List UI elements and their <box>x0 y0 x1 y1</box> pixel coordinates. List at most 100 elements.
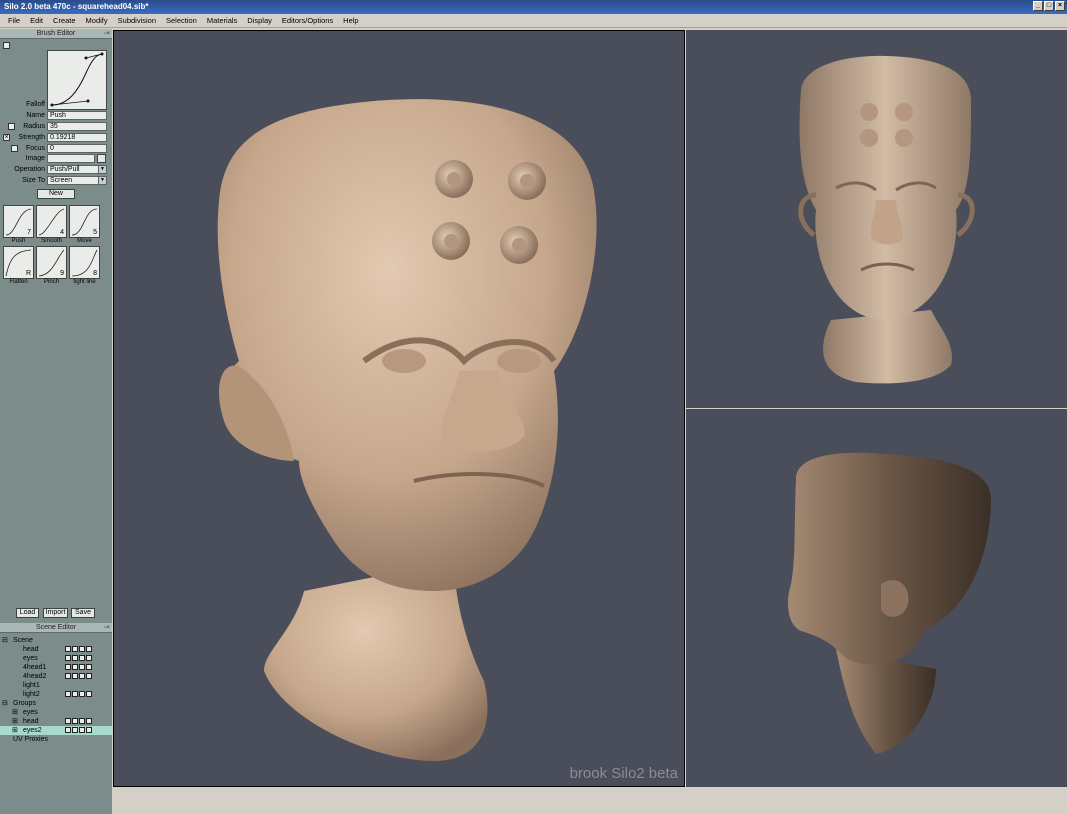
lock-icon[interactable] <box>86 691 92 697</box>
lock-icon[interactable] <box>86 655 92 661</box>
eye-icon[interactable] <box>79 691 85 697</box>
lock-icon[interactable] <box>86 718 92 724</box>
shaded-icon[interactable] <box>72 664 78 670</box>
brush-preset-move[interactable]: 5 <box>69 205 100 238</box>
eye-icon[interactable] <box>79 646 85 652</box>
shaded-icon[interactable] <box>72 718 78 724</box>
brush-editor-header: Brush Editor ▫× <box>0 29 112 39</box>
lock-icon[interactable] <box>86 727 92 733</box>
new-brush-button[interactable]: New <box>37 189 75 199</box>
close-button[interactable]: × <box>1055 1 1065 11</box>
sizeto-select[interactable]: Screen ▼ <box>47 176 107 185</box>
image-label: Image <box>25 155 45 162</box>
eye-icon[interactable] <box>79 655 85 661</box>
wireframe-icon[interactable] <box>65 718 71 724</box>
tree-item-group-head[interactable]: ⊞ head <box>0 717 112 726</box>
menu-edit[interactable]: Edit <box>25 14 48 28</box>
shaded-icon[interactable] <box>72 727 78 733</box>
wireframe-icon[interactable] <box>65 655 71 661</box>
main-viewport[interactable]: brook Silo2 beta <box>113 30 685 787</box>
wireframe-icon[interactable] <box>65 691 71 697</box>
tree-item-eyes[interactable]: eyes <box>0 654 112 663</box>
tree-item-label: Groups <box>13 700 36 707</box>
tree-item-scene[interactable]: ⊟ Scene <box>0 636 112 645</box>
shaded-icon[interactable] <box>72 673 78 679</box>
tree-expander-icon[interactable]: ⊟ <box>2 636 8 645</box>
tree-expander-icon[interactable]: ⊞ <box>12 717 18 726</box>
lock-icon[interactable] <box>86 664 92 670</box>
tree-item-group-eyes2[interactable]: ⊞ eyes2 <box>0 726 112 735</box>
lock-icon[interactable] <box>86 673 92 679</box>
scene-editor-header: Scene Editor ▫× <box>0 623 112 633</box>
menu-materials[interactable]: Materials <box>202 14 242 28</box>
focus-checkbox[interactable] <box>11 145 18 152</box>
front-viewport[interactable] <box>686 30 1067 408</box>
menu-editors-options[interactable]: Editors/Options <box>277 14 338 28</box>
tree-expander-icon[interactable]: ⊞ <box>12 726 18 735</box>
shaded-icon[interactable] <box>72 646 78 652</box>
panel-float-icon[interactable]: ▫× <box>104 624 110 632</box>
minimize-button[interactable]: _ <box>1033 1 1043 11</box>
panel-float-icon[interactable]: ▫× <box>104 30 110 38</box>
menu-modify[interactable]: Modify <box>81 14 113 28</box>
brush-hotkey: 4 <box>60 229 64 236</box>
sizeto-label: Size To <box>22 177 45 184</box>
radius-field[interactable]: 35 <box>47 122 107 131</box>
wireframe-icon[interactable] <box>65 727 71 733</box>
brush-preset-push[interactable]: 7 <box>3 205 34 238</box>
tree-item-4head2[interactable]: 4head2 <box>0 672 112 681</box>
eye-icon[interactable] <box>79 673 85 679</box>
menu-help[interactable]: Help <box>338 14 363 28</box>
brush-label-move: Move <box>77 238 92 244</box>
side-viewport[interactable] <box>686 409 1067 787</box>
wireframe-icon[interactable] <box>65 673 71 679</box>
brush-editor-pin-checkbox[interactable] <box>3 42 10 49</box>
image-field[interactable] <box>47 154 95 163</box>
eye-icon[interactable] <box>79 718 85 724</box>
tree-item-groups[interactable]: ⊟ Groups <box>0 699 112 708</box>
wireframe-icon[interactable] <box>65 646 71 652</box>
brush-preset-pinch[interactable]: 9 <box>36 246 67 279</box>
shaded-icon[interactable] <box>72 691 78 697</box>
window-title-bar: Silo 2.0 beta 470c - squarehead04.sib* _… <box>0 0 1067 14</box>
tree-item-label: Scene <box>13 637 33 644</box>
brush-preset-smooth[interactable]: 4 <box>36 205 67 238</box>
menu-display[interactable]: Display <box>242 14 277 28</box>
tree-item-light1[interactable]: light1 <box>0 681 112 690</box>
tree-item-light2[interactable]: light2 <box>0 690 112 699</box>
save-brush-button[interactable]: Save <box>71 608 95 618</box>
import-brush-button[interactable]: Import <box>43 608 68 618</box>
menu-file[interactable]: File <box>3 14 25 28</box>
lock-icon[interactable] <box>86 646 92 652</box>
tree-expander-icon[interactable]: ⊟ <box>2 699 8 708</box>
tree-item-label: 4head1 <box>23 664 47 671</box>
tree-item-4head1[interactable]: 4head1 <box>0 663 112 672</box>
load-brush-button[interactable]: Load <box>16 608 39 618</box>
focus-field[interactable]: 0 <box>47 144 107 153</box>
menu-create[interactable]: Create <box>48 14 81 28</box>
menu-selection[interactable]: Selection <box>161 14 202 28</box>
brush-hotkey: 5 <box>93 229 97 236</box>
maximize-button[interactable]: □ <box>1044 1 1054 11</box>
window-title: Silo 2.0 beta 470c - squarehead04.sib* <box>4 2 149 11</box>
brush-label-smooth: Smooth <box>41 238 62 244</box>
brush-preset-tight-line[interactable]: 8 <box>69 246 100 279</box>
image-browse-button[interactable] <box>97 154 106 163</box>
wireframe-icon[interactable] <box>65 664 71 670</box>
name-field[interactable]: Push <box>47 111 107 120</box>
tree-item-uv-proxies[interactable]: UV Proxies <box>0 735 112 744</box>
tree-item-head[interactable]: head <box>0 645 112 654</box>
tree-item-group-eyes[interactable]: ⊞ eyes <box>0 708 112 717</box>
tree-expander-icon[interactable]: ⊞ <box>12 708 18 717</box>
shaded-icon[interactable] <box>72 655 78 661</box>
operation-select[interactable]: Push/Pull ▼ <box>47 165 107 174</box>
radius-checkbox[interactable] <box>8 123 15 130</box>
strength-checkbox[interactable]: × <box>3 134 10 141</box>
eye-icon[interactable] <box>79 664 85 670</box>
menu-subdivision[interactable]: Subdivision <box>113 14 161 28</box>
strength-field[interactable]: 0.19218 <box>47 133 107 142</box>
brush-preset-flatten[interactable]: R <box>3 246 34 279</box>
eye-icon[interactable] <box>79 727 85 733</box>
chevron-down-icon: ▼ <box>98 166 106 173</box>
sculpted-head-front-model <box>217 99 597 761</box>
